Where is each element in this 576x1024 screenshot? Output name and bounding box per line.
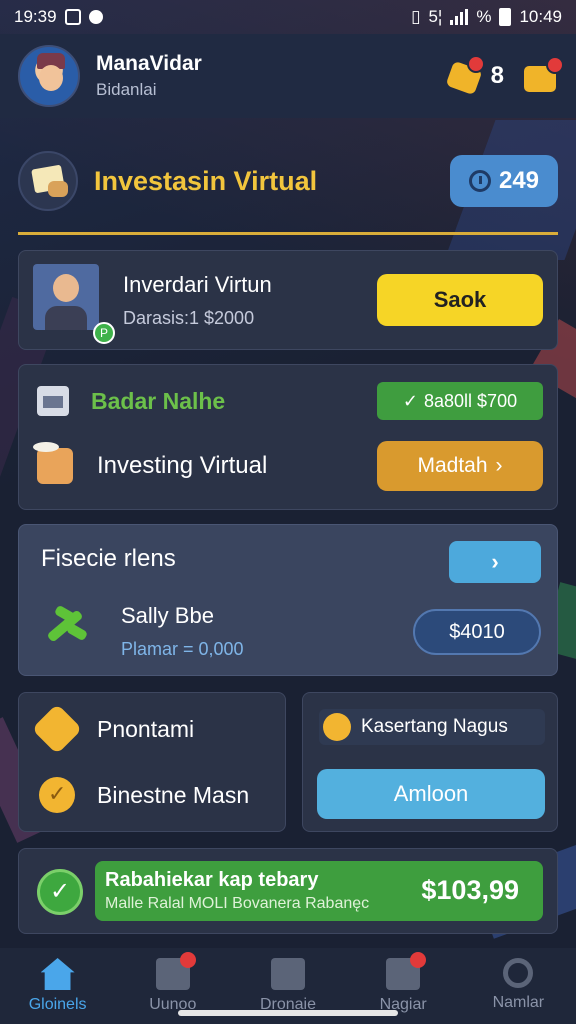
gallery-icon [64,9,81,25]
chat-icon [155,952,196,990]
user-subtitle: Bidanlai [96,80,157,99]
plant-icon [41,603,91,643]
fisecie-card: Fisecie rlens › Sally Bbe Plamar = 0,000… [18,524,558,676]
check-coin-icon [39,777,75,813]
promo-banner-card: ✓ Rabahiekar kap tebary Malle Ralal MOLI… [18,848,558,934]
app-header: ManaVidar Bidanlai 8 [0,34,576,118]
nav-label: Namlar [492,994,545,1011]
rewards-item-1[interactable]: Pnontami [97,716,194,743]
rewards-item-2[interactable]: Binestne Masn [97,782,249,809]
amount-button[interactable]: $4010 [413,609,541,655]
nav-label: Gloinels [28,996,87,1013]
avatar[interactable] [18,45,80,107]
badge-icon [31,703,83,755]
signal-icon [450,9,469,25]
coin-count: 8 [490,62,504,89]
battery-icon [499,8,512,26]
status-time-right: 10:49 [519,7,562,26]
madtah-button[interactable]: Madtah › [377,441,543,491]
promo-banner[interactable]: Rabahiekar kap tebary Malle Ralal MOLI B… [95,861,543,921]
nav-item-chat[interactable]: Uunoo [123,952,223,1014]
notification-dot [546,56,564,74]
banner-title: Rabahiekar kap tebary [105,869,319,891]
banner-subtitle: Malle Ralal MOLI Bovanera Rabanęc [105,895,370,912]
action-label: Kasertang Nagus [361,716,508,737]
rewards-card: Pnontami Binestne Masn [18,692,286,832]
home-indicator[interactable] [178,1010,398,1016]
clock-icon [468,170,491,192]
divider [18,232,558,235]
chevron-right-icon: › [495,454,503,477]
fisecie-next-button[interactable]: › [449,541,541,583]
chart-icon [37,386,69,416]
check-circle-icon: ✓ [37,869,83,915]
banner-amount: $103,99 [421,875,519,905]
timer-counter-button[interactable]: 249 [450,155,558,207]
search-icon [503,958,534,988]
nav-item-layout[interactable]: Dronaie [238,958,338,1014]
profile-card: P Inverdari Virtun Darasis:1 $2000 Saok [18,250,558,350]
section-title-row: Investasin Virtual 249 [18,148,558,214]
cup-icon [33,442,73,484]
verified-icon: P [93,322,115,344]
page-title: Investasin Virtual [94,165,318,196]
network-indicator: 5¦ [428,7,443,26]
balance-badge: ✓ 8a80ll $700 [377,382,543,420]
layout-icon [270,958,305,990]
balance-label: Badar Nalhe [91,387,226,414]
check-icon: ✓ [402,390,418,411]
notification-dot [466,55,485,73]
profile-subtitle: Darasis:1 $2000 [123,307,255,328]
balance-badge-text: 8a80ll $700 [424,390,518,411]
investing-label: Investing Virtual [97,452,268,479]
profile-portrait [33,264,99,330]
user-name: ManaVidar [96,52,202,75]
profile-title: Inverdari Virtun [123,271,272,297]
nav-item-search[interactable]: Namlar [468,958,568,1012]
mail-icon [386,952,427,990]
madtah-button-label: Madtah [417,454,488,477]
home-icon [40,958,75,990]
wallet-icon[interactable] [524,56,564,92]
amloon-button[interactable]: Amloon [317,769,545,819]
vibrate-icon: ▯ [411,7,421,26]
notification-dot [410,952,427,968]
battery-percent: % [476,7,492,26]
notification-dot [179,952,196,968]
fisecie-subtitle: Plamar = 0,000 [121,639,244,659]
counter-value: 249 [498,167,540,194]
coins-icon[interactable] [445,55,485,96]
nav-item-mail[interactable]: Nagiar [353,952,453,1014]
status-bar: 19:39 ▯ 5¦ % 10:49 [0,0,576,34]
fisecie-title: Fisecie rlens [41,545,176,572]
status-time: 19:39 [14,7,57,26]
record-icon [88,10,103,24]
fisecie-name: Sally Bbe [121,603,214,628]
action-card: Kasertang Nagus Amloon [302,692,558,832]
balance-card: Badar Nalhe ✓ 8a80ll $700 Investing Virt… [18,364,558,510]
saok-button[interactable]: Saok [377,274,543,326]
coin-icon [323,713,351,741]
nav-item-home[interactable]: Gloinels [8,958,108,1014]
chevron-right-icon: › [491,549,499,574]
document-icon [18,151,78,211]
